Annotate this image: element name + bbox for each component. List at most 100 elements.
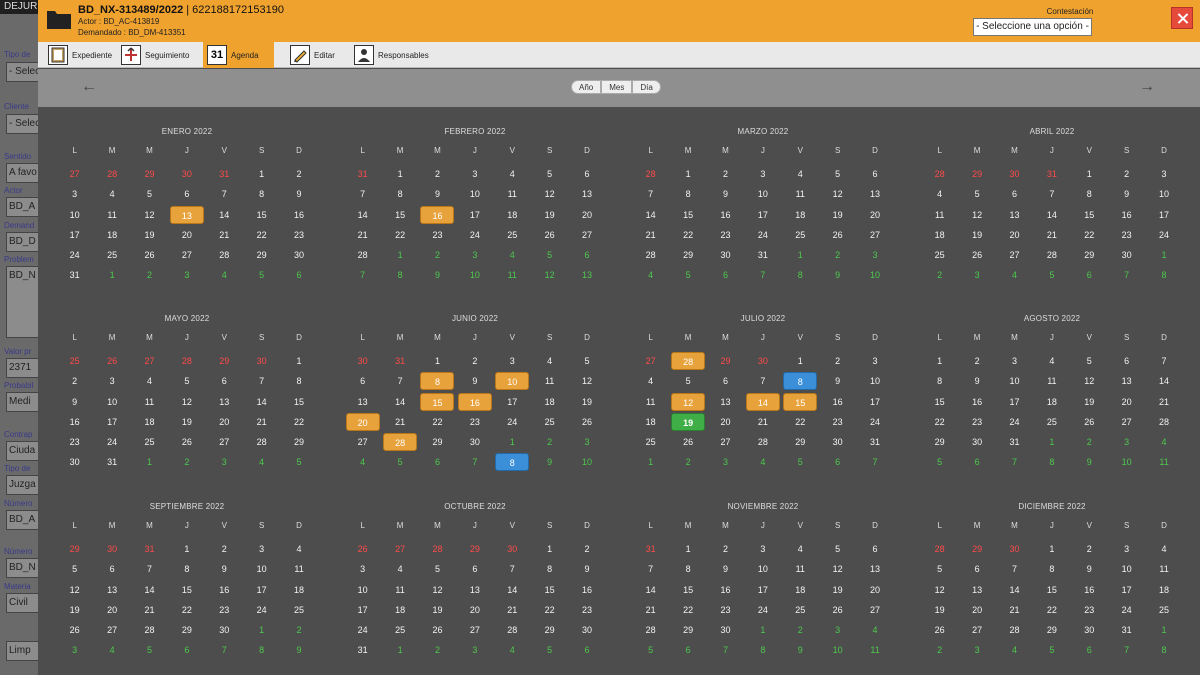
calendar-day[interactable]: 29 [131,164,168,184]
calendar-day[interactable]: 30 [243,351,280,371]
calendar-day[interactable]: 20 [1108,392,1145,412]
calendar-day[interactable]: 13 [856,559,893,579]
calendar-day[interactable]: 30 [996,164,1033,184]
calendar-day[interactable]: 10 [1145,184,1182,204]
calendar-day[interactable]: 14 [206,205,243,225]
month-title[interactable]: JULIO 2022 [632,314,894,326]
calendar-day[interactable]: 9 [568,559,605,579]
calendar-day[interactable]: 3 [1145,164,1182,184]
calendar-day[interactable]: 15 [381,205,418,225]
bg-field[interactable]: A favo [6,163,40,183]
calendar-day[interactable]: 23 [819,412,856,432]
tab-seguimiento[interactable]: Seguimiento [117,42,193,68]
calendar-day[interactable]: 6 [819,452,856,472]
calendar-day[interactable]: 7 [996,559,1033,579]
calendar-day-event[interactable]: 19 [669,412,706,432]
calendar-day[interactable]: 8 [243,640,280,660]
calendar-day[interactable]: 17 [744,580,781,600]
calendar-day[interactable]: 30 [568,620,605,640]
calendar-day[interactable]: 12 [819,184,856,204]
calendar-day[interactable]: 30 [707,245,744,265]
calendar-day[interactable]: 23 [568,600,605,620]
calendar-day[interactable]: 4 [1033,351,1070,371]
contestacion-select[interactable]: - Seleccione una opción - [973,18,1092,36]
calendar-day[interactable]: 15 [531,580,568,600]
view-month-button[interactable]: Mes [601,80,633,94]
calendar-day[interactable]: 27 [856,225,893,245]
calendar-day[interactable]: 12 [958,205,995,225]
calendar-day[interactable]: 19 [1071,392,1108,412]
calendar-day[interactable]: 18 [381,600,418,620]
calendar-day[interactable]: 26 [56,620,93,640]
calendar-day[interactable]: 1 [419,351,456,371]
calendar-day[interactable]: 17 [344,600,381,620]
calendar-day[interactable]: 28 [131,620,168,640]
calendar-day[interactable]: 7 [744,371,781,391]
calendar-day[interactable]: 3 [456,245,493,265]
calendar-day[interactable]: 15 [280,392,317,412]
calendar-day[interactable]: 10 [456,184,493,204]
calendar-day[interactable]: 10 [819,640,856,660]
calendar-day[interactable]: 29 [1071,245,1108,265]
calendar-day[interactable]: 4 [921,184,958,204]
calendar-day[interactable]: 17 [56,225,93,245]
calendar-day[interactable]: 14 [632,205,669,225]
calendar-day[interactable]: 4 [93,640,130,660]
calendar-day[interactable]: 25 [280,600,317,620]
calendar-day[interactable]: 2 [669,452,706,472]
calendar-day[interactable]: 16 [958,392,995,412]
calendar-day[interactable]: 11 [93,205,130,225]
calendar-day[interactable]: 4 [381,559,418,579]
calendar-day[interactable]: 13 [996,205,1033,225]
calendar-day[interactable]: 9 [782,640,819,660]
calendar-day[interactable]: 29 [921,432,958,452]
calendar-day[interactable]: 19 [819,205,856,225]
bg-field[interactable]: 2371 [6,358,40,378]
calendar-day[interactable]: 4 [744,452,781,472]
calendar-day[interactable]: 14 [243,392,280,412]
bg-field[interactable]: BD_N [6,266,40,338]
calendar-day[interactable]: 11 [280,559,317,579]
calendar-day[interactable]: 15 [243,205,280,225]
calendar-day[interactable]: 1 [1145,620,1182,640]
calendar-day[interactable]: 8 [1033,559,1070,579]
calendar-day[interactable]: 17 [494,392,531,412]
calendar-day[interactable]: 30 [819,432,856,452]
calendar-day[interactable]: 10 [996,371,1033,391]
calendar-day[interactable]: 31 [856,432,893,452]
calendar-day[interactable]: 4 [632,371,669,391]
calendar-day[interactable]: 2 [131,265,168,285]
calendar-day[interactable]: 17 [456,205,493,225]
calendar-day[interactable]: 4 [531,351,568,371]
calendar-day[interactable]: 26 [958,245,995,265]
calendar-day[interactable]: 13 [456,580,493,600]
calendar-day[interactable]: 7 [996,452,1033,472]
calendar-day[interactable]: 19 [819,580,856,600]
calendar-day-event[interactable]: 10 [494,371,531,391]
calendar-day[interactable]: 10 [856,371,893,391]
calendar-day[interactable]: 24 [456,225,493,245]
calendar-day[interactable]: 27 [56,164,93,184]
calendar-day[interactable]: 2 [819,245,856,265]
calendar-day[interactable]: 6 [456,559,493,579]
calendar-day[interactable]: 28 [243,432,280,452]
calendar-day[interactable]: 8 [1033,452,1070,472]
calendar-day-event[interactable]: 14 [744,392,781,412]
calendar-day[interactable]: 7 [632,184,669,204]
calendar-day[interactable]: 24 [494,412,531,432]
calendar-day[interactable]: 12 [168,392,205,412]
calendar-day[interactable]: 20 [456,600,493,620]
calendar-day[interactable]: 6 [568,245,605,265]
calendar-day[interactable]: 10 [456,265,493,285]
calendar-day[interactable]: 1 [782,351,819,371]
calendar-day-event[interactable]: 12 [669,392,706,412]
calendar-day[interactable]: 20 [168,225,205,245]
calendar-day[interactable]: 4 [1145,432,1182,452]
calendar-day[interactable]: 19 [131,225,168,245]
calendar-day[interactable]: 15 [669,205,706,225]
calendar-day[interactable]: 3 [819,620,856,640]
calendar-day[interactable]: 24 [344,620,381,640]
calendar-day[interactable]: 12 [568,371,605,391]
calendar-day[interactable]: 3 [206,452,243,472]
calendar-day[interactable]: 22 [921,412,958,432]
